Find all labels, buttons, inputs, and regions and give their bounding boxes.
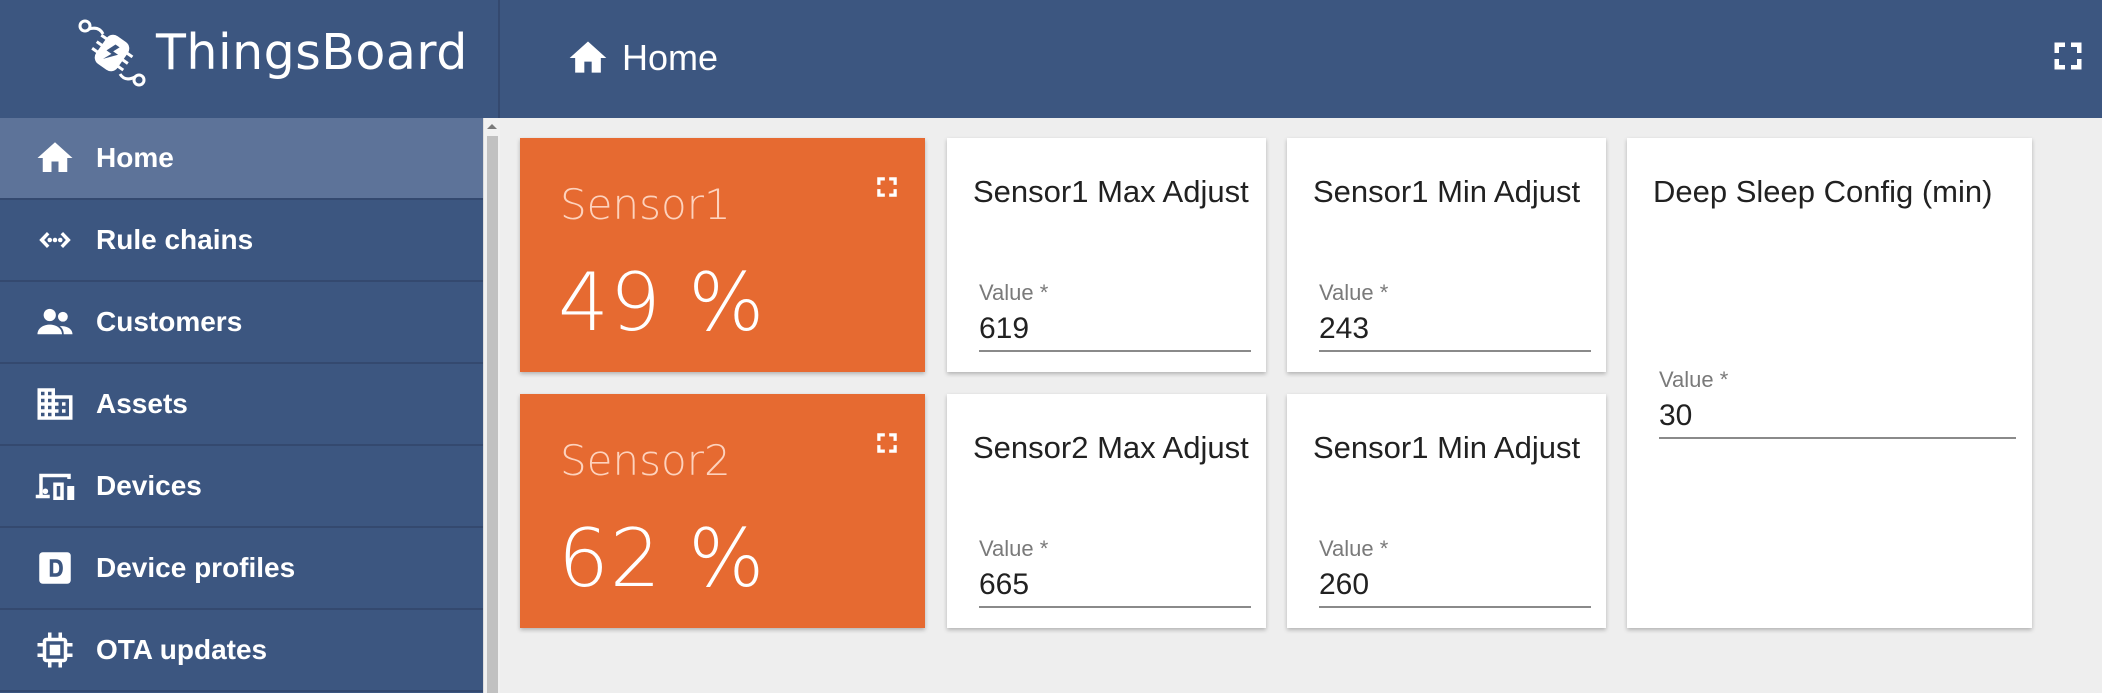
sidebar-item-label: Assets (96, 388, 188, 419)
top-toolbar: ThingsBoard Home (0, 0, 2102, 118)
widget-title: Sensor2 Max Adjust (973, 430, 1249, 465)
sidebar-item-customers[interactable]: Customers (0, 282, 483, 364)
sensor1-gauge-card: Sensor1 49 % (520, 138, 925, 372)
widget-title: Deep Sleep Config (min) (1653, 174, 1993, 209)
expand-icon[interactable] (874, 174, 900, 200)
sidebar-item-home[interactable]: Home (0, 118, 483, 200)
device-profiles-icon (39, 552, 71, 584)
sidebar-item-label: Rule chains (96, 224, 254, 255)
sidebar-item-label: Customers (96, 306, 243, 337)
widget-title: Sensor1 (560, 180, 731, 229)
home-icon (569, 41, 607, 73)
sidebar-item-ota-updates[interactable]: OTA updates (0, 610, 483, 692)
sensor1-min-input[interactable]: 243 (1319, 302, 1591, 352)
deep-sleep-input[interactable]: 30 (1659, 389, 2016, 439)
thingsboard-logo-icon (78, 19, 146, 87)
customers-icon (37, 308, 73, 335)
breadcrumb[interactable]: Home (566, 30, 718, 86)
sidebar: Home Rule chains Customers Assets Device… (0, 118, 483, 693)
deep-sleep-config-card: Deep Sleep Config (min) Value * 30 (1627, 138, 2032, 628)
gauge-value: 49 % (558, 256, 766, 349)
widget-title: Sensor1 Min Adjust (1313, 430, 1581, 465)
sensor1-min-input-2[interactable]: 260 (1319, 558, 1591, 608)
fullscreen-icon[interactable] (2050, 38, 2086, 74)
devices-icon (35, 473, 75, 500)
assets-icon (37, 388, 73, 420)
logo-area[interactable]: ThingsBoard (0, 0, 500, 118)
expand-icon[interactable] (874, 430, 900, 456)
breadcrumb-label: Home (622, 37, 719, 78)
dashboard-area: Sensor1 49 % Sensor2 62 % Sensor1 Max Ad… (501, 118, 2102, 693)
gauge-value: 62 % (558, 512, 766, 605)
scrollbar-thumb[interactable] (487, 136, 498, 693)
sidebar-item-label: Device profiles (96, 552, 296, 583)
sidebar-item-label: Devices (96, 470, 202, 501)
sensor2-max-input[interactable]: 665 (979, 558, 1251, 608)
app-name: ThingsBoard (156, 24, 468, 81)
widget-title: Sensor1 Max Adjust (973, 174, 1249, 209)
widget-title: Sensor1 Min Adjust (1313, 174, 1581, 209)
sensor2-gauge-card: Sensor2 62 % (520, 394, 925, 628)
sensor1-max-input[interactable]: 619 (979, 302, 1251, 352)
widget-title: Sensor2 (560, 436, 731, 485)
sidebar-item-devices[interactable]: Devices (0, 446, 483, 528)
sensor1-min-adjust-card: Sensor1 Min Adjust Value * 243 (1287, 138, 1606, 372)
rule-chains-icon (39, 231, 71, 249)
sidebar-item-label: OTA updates (96, 634, 268, 665)
ota-updates-icon (37, 632, 73, 668)
sidebar-scrollbar[interactable] (483, 118, 500, 693)
home-icon (37, 142, 73, 172)
sensor1-max-adjust-card: Sensor1 Max Adjust Value * 619 (947, 138, 1266, 372)
scroll-up-arrow-icon[interactable] (487, 124, 497, 129)
sidebar-item-assets[interactable]: Assets (0, 364, 483, 446)
sidebar-item-rule-chains[interactable]: Rule chains (0, 200, 483, 282)
sensor1-min-adjust-card-2: Sensor1 Min Adjust Value * 260 (1287, 394, 1606, 628)
sidebar-item-device-profiles[interactable]: Device profiles (0, 528, 483, 610)
sensor2-max-adjust-card: Sensor2 Max Adjust Value * 665 (947, 394, 1266, 628)
sidebar-item-label: Home (96, 142, 174, 173)
